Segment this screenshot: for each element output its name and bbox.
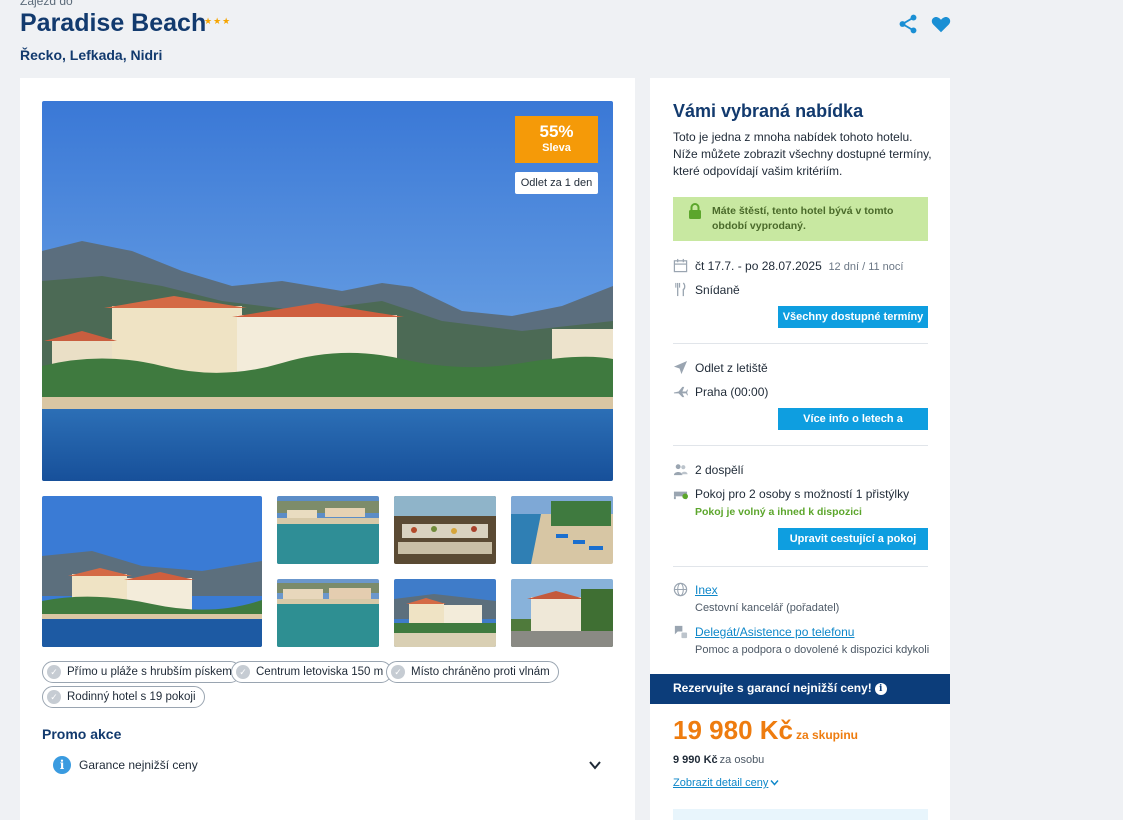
promo-item-label: Garance nejnižší ceny <box>79 758 198 772</box>
heart-icon[interactable] <box>930 13 952 35</box>
divider <box>673 445 928 446</box>
all-dates-button[interactable]: Všechny dostupné termíny <box>778 306 928 328</box>
chevron-down-icon <box>770 780 779 786</box>
hotel-title: Paradise Beach <box>20 9 207 37</box>
discount-percent: 55% <box>539 122 574 141</box>
offer-title: Vámi vybraná nabídka <box>673 101 864 121</box>
notice-text: Máte štěstí, tento hotel bývá v tomto ob… <box>712 205 894 232</box>
gallery-thumb[interactable] <box>511 579 613 647</box>
stay-duration: 12 dní / 11 nocí <box>828 261 904 273</box>
cutlery-icon <box>675 282 686 297</box>
airplane-icon <box>673 386 688 398</box>
tag-chip: ✓ Centrum letoviska 150 m <box>231 661 393 683</box>
per-person-label: za osobu <box>719 754 765 766</box>
promo-item[interactable]: i Garance nejnižší ceny <box>53 755 603 777</box>
per-person-price: 9 990 Kč za osobu <box>673 754 764 766</box>
price-detail-label: Zobrazit detail ceny <box>673 777 769 789</box>
offer-description: Toto je jedna z mnoha nabídek tohoto hot… <box>673 130 932 178</box>
breadcrumb[interactable]: Zájezd do <box>20 0 73 8</box>
thumb-image <box>42 496 262 647</box>
agency-link[interactable]: Inex <box>695 583 718 597</box>
gallery-thumb[interactable] <box>42 496 262 647</box>
departure-label: Odlet z letiště <box>695 361 768 375</box>
tag-label: Centrum letoviska 150 m <box>256 666 384 678</box>
plane-icon <box>673 360 688 375</box>
gallery-thumb[interactable] <box>277 579 379 647</box>
bed-icon <box>673 491 688 500</box>
discount-label: Sleva <box>542 142 571 154</box>
edit-travelers-button[interactable]: Upravit cestující a pokoj <box>778 528 928 550</box>
gallery-card: 55% Sleva Odlet za 1 den ✓ Přímo u pláže… <box>20 78 635 820</box>
check-icon: ✓ <box>391 665 405 679</box>
check-icon: ✓ <box>47 665 61 679</box>
tag-chip: ✓ Rodinný hotel s 19 pokoji <box>42 686 205 708</box>
thumb-image <box>277 496 379 564</box>
date-range: čt 17.7. - po 28.07.2025 <box>695 259 822 273</box>
info-icon: i <box>53 756 71 774</box>
thumb-image <box>511 579 613 647</box>
support-icon <box>674 625 688 639</box>
departure-badge: Odlet za 1 den <box>515 172 598 194</box>
price-detail-link[interactable]: Zobrazit detail ceny <box>673 777 779 789</box>
price-amount: 19 980 Kč <box>673 715 793 745</box>
flight-info-button[interactable]: Více info o letech a alternativy <box>778 408 928 447</box>
tag-label: Rodinný hotel s 19 pokoji <box>67 691 196 703</box>
room-type: Pokoj pro 2 osoby s možností 1 přistýlky <box>695 487 910 501</box>
info-icon[interactable]: i <box>874 682 887 695</box>
price-guarantee-banner: Rezervujte s garancí nejnižší ceny! i <box>650 674 950 704</box>
divider <box>673 566 928 567</box>
check-icon: ✓ <box>236 665 250 679</box>
price-suffix: za skupinu <box>795 728 858 742</box>
support-description: Pomoc a podpora o dovolené k dispozici k… <box>695 644 930 656</box>
availability-notice: Máte štěstí, tento hotel bývá v tomto ob… <box>673 197 928 241</box>
lock-icon <box>689 203 701 219</box>
total-price: 19 980 Kč za skupinu <box>673 715 858 746</box>
gallery-thumb[interactable] <box>394 496 496 564</box>
chevron-down-icon[interactable] <box>588 758 602 772</box>
people-icon <box>673 464 688 476</box>
offer-card: Vámi vybraná nabídka Toto je jedna z mno… <box>650 78 950 820</box>
check-icon: ✓ <box>47 690 61 704</box>
promo-title: Promo akce <box>42 726 122 742</box>
tag-chip: ✓ Místo chráněno proti vlnám <box>386 661 559 683</box>
thumb-image <box>511 496 613 564</box>
discount-badge: 55% Sleva <box>515 116 598 163</box>
gallery-thumb[interactable] <box>511 496 613 564</box>
tag-label: Místo chráněno proti vlnám <box>411 666 550 678</box>
globe-icon <box>673 582 688 597</box>
guarantee-text: Rezervujte s garancí nejnižší ceny! <box>673 681 872 695</box>
agency-description: Cestovní kancelář (pořadatel) <box>695 602 840 614</box>
departure-airport: Praha (00:00) <box>695 385 769 399</box>
gallery-thumb[interactable] <box>394 579 496 647</box>
per-person-amount: 9 990 Kč <box>673 754 718 766</box>
bottom-panel <box>673 809 928 820</box>
thumb-image <box>394 579 496 647</box>
travelers-count: 2 dospělí <box>695 463 744 477</box>
support-link[interactable]: Delegát/Asistence po telefonu <box>695 625 854 639</box>
share-icon[interactable] <box>897 13 919 35</box>
gallery-thumb[interactable] <box>277 496 379 564</box>
hotel-header: Zájezd do Paradise Beach ★★★ Řecko, Lefk… <box>20 0 952 70</box>
thumb-image <box>394 496 496 564</box>
thumb-image <box>277 579 379 647</box>
main-photo[interactable]: 55% Sleva Odlet za 1 den <box>42 101 613 481</box>
calendar-icon <box>673 258 688 273</box>
hotel-location[interactable]: Řecko, Lefkada, Nidri <box>20 47 162 63</box>
board-type: Snídaně <box>695 283 740 297</box>
star-rating: ★★★ <box>204 16 232 26</box>
tag-chip: ✓ Přímo u pláže s hrubším pískem <box>42 661 241 683</box>
room-availability: Pokoj je volný a ihned k dispozici <box>695 506 862 518</box>
tag-label: Přímo u pláže s hrubším pískem <box>67 666 232 678</box>
divider <box>673 343 928 344</box>
